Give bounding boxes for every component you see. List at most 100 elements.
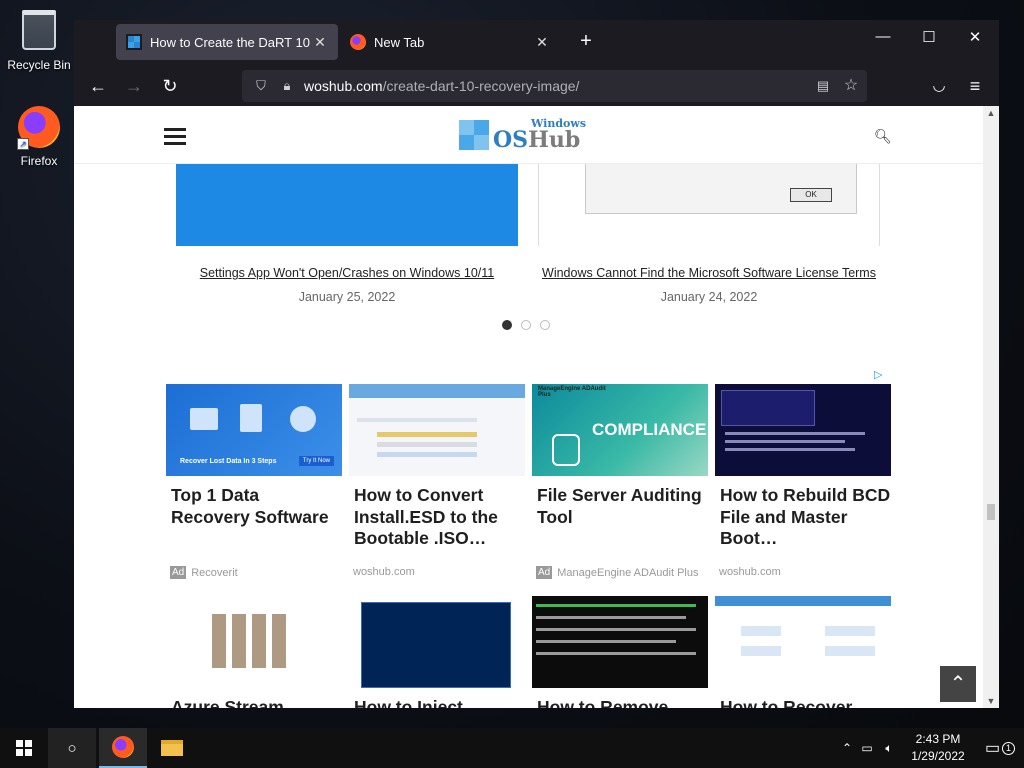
recommended-card[interactable]: How to Remove [532, 596, 708, 708]
card-headline: How to Remove [537, 697, 669, 708]
notification-count: 1 [1002, 741, 1016, 755]
dialog-ok-button: OK [790, 188, 832, 202]
recommended-card[interactable]: How to Recover [715, 596, 891, 708]
lock-icon[interactable]: 🔒︎ [278, 77, 296, 95]
card-image-text: RecoveryImage [412, 386, 462, 393]
logo-os: OS [493, 127, 529, 153]
back-to-top-button[interactable]: ⌃ [940, 666, 976, 702]
chevron-up-icon[interactable]: ⌃ [838, 741, 856, 755]
forward-button[interactable]: → [120, 72, 148, 100]
card-image-button: Try It Now [298, 456, 334, 466]
volume-muted-icon[interactable]: 🔈︎ [878, 741, 900, 756]
menu-icon[interactable]: ≡ [961, 72, 989, 100]
carousel-dot[interactable] [540, 320, 550, 330]
recycle-bin-icon [17, 10, 61, 54]
card-headline: How to Convert Install.ESD to the Bootab… [354, 485, 498, 548]
start-button[interactable] [0, 728, 48, 768]
tab-bar: How to Create the DaRT 10 Reco ✕ New Tab… [74, 20, 999, 64]
firefox-icon [112, 736, 134, 758]
card-image-text: COMPLIANCE [592, 420, 707, 439]
card-image [349, 596, 525, 688]
tab-dart-article[interactable]: How to Create the DaRT 10 Reco ✕ [116, 24, 338, 60]
desktop-icon-label: Recycle Bin [7, 58, 71, 72]
close-window-button[interactable]: ✕ [952, 28, 998, 46]
windows-favicon-icon [126, 34, 142, 50]
taskbar-firefox[interactable] [99, 728, 147, 768]
card-image: ManageEngine ADAudit Plus COMPLIANCE [532, 384, 708, 476]
card-headline: How to Inject [354, 697, 463, 708]
tab-new-tab[interactable]: New Tab ✕ [340, 24, 560, 60]
windows-logo-icon [459, 119, 489, 150]
related-post-link[interactable]: Windows Cannot Find the Microsoft Softwa… [534, 266, 884, 280]
back-button[interactable]: ← [84, 72, 112, 100]
related-post-date: January 25, 2022 [298, 290, 396, 304]
reload-button[interactable]: ↻ [156, 72, 184, 100]
card-source-name: Recoverit [191, 566, 238, 579]
scrollbar-thumb[interactable] [987, 504, 995, 520]
pocket-icon[interactable]: ◡ [925, 72, 953, 100]
action-center-button[interactable]: ▭ 1 [976, 728, 1024, 768]
tab-title: New Tab [374, 34, 425, 50]
close-tab-icon[interactable]: ✕ [312, 34, 328, 51]
ad-badge: Ad [536, 566, 553, 579]
close-tab-icon[interactable]: ✕ [534, 34, 550, 51]
system-tray: ⌃ ▭ 🔈︎ [838, 728, 900, 768]
carousel-dot[interactable] [502, 320, 512, 330]
search-icon: ○ [67, 739, 77, 757]
card-image: Recover Lost Data In 3 Steps Try It Now [166, 384, 342, 476]
card-headline: How to Rebuild BCD File and Master Boot… [720, 485, 891, 548]
related-post-link[interactable]: Settings App Won't Open/Crashes on Windo… [176, 266, 518, 280]
clock-date: 1/29/2022 [911, 749, 965, 763]
card-source: Ad Recoverit [170, 566, 238, 579]
reader-view-icon[interactable]: ▤ [814, 77, 832, 95]
adchoices-icon[interactable]: ▷ [874, 368, 886, 381]
carousel-dots [502, 320, 550, 330]
related-post-image[interactable] [176, 164, 518, 246]
page-scrollbar[interactable]: ▲ ▼ [983, 106, 999, 708]
address-bar[interactable]: ⛉ 🔒︎ woshub.com/create-dart-10-recovery-… [242, 70, 867, 102]
desktop-icon-recycle-bin[interactable]: Recycle Bin [4, 8, 74, 72]
firefox-icon: ↗ [17, 106, 61, 150]
card-source-name: ManageEngine ADAudit Plus [557, 566, 699, 579]
related-post-image[interactable]: OK [538, 164, 880, 246]
card-source: woshub.com [353, 566, 415, 578]
card-image-brand: ManageEngine ADAudit Plus [538, 386, 606, 398]
maximize-button[interactable]: ☐ [906, 28, 952, 46]
notification-icon: ▭ [984, 740, 1001, 757]
taskbar-file-explorer[interactable] [148, 728, 196, 768]
recommended-card[interactable]: How to Inject [349, 596, 525, 708]
recommended-card[interactable]: Recover Lost Data In 3 Steps Try It Now … [166, 384, 342, 579]
search-icon[interactable]: 🔍︎ [874, 128, 892, 145]
site-header: Windows OSHub 🔍︎ [74, 106, 983, 164]
folder-icon [161, 740, 183, 756]
carousel-dot[interactable] [521, 320, 531, 330]
scroll-up-arrow-icon[interactable]: ▲ [983, 108, 999, 118]
site-logo[interactable]: Windows OSHub [459, 118, 586, 151]
card-source: Ad ManageEngine ADAudit Plus [536, 566, 699, 579]
minimize-button[interactable]: — [860, 28, 906, 45]
dialog-screenshot: OK [585, 164, 857, 214]
bookmark-star-icon[interactable]: ☆ [842, 77, 860, 95]
hamburger-menu-icon[interactable] [164, 128, 186, 149]
url-path: /create-dart-10-recovery-image/ [382, 78, 580, 94]
logo-hub: Hub [528, 127, 581, 153]
browser-window: How to Create the DaRT 10 Reco ✕ New Tab… [74, 20, 999, 708]
card-image [715, 596, 891, 688]
recommended-card[interactable]: ManageEngine ADAudit Plus COMPLIANCE Fil… [532, 384, 708, 579]
scroll-down-arrow-icon[interactable]: ▼ [983, 696, 999, 706]
clock-time: 2:43 PM [915, 732, 961, 746]
desktop-icon-firefox[interactable]: ↗ Firefox [4, 106, 74, 168]
card-image [532, 596, 708, 688]
windows-logo-icon [16, 740, 32, 756]
card-source-name: woshub.com [353, 566, 415, 578]
search-button[interactable]: ○ [48, 728, 96, 768]
network-icon[interactable]: ▭ [856, 741, 878, 755]
url-domain: woshub.com [304, 78, 383, 94]
related-post-date: January 24, 2022 [660, 290, 758, 304]
new-tab-button[interactable]: + [574, 30, 598, 53]
shield-icon[interactable]: ⛉ [252, 77, 270, 95]
recommended-card[interactable]: Azure Stream [166, 596, 342, 708]
taskbar-clock[interactable]: 2:43 PM 1/29/2022 [902, 731, 974, 765]
recommended-card[interactable]: How to Rebuild BCD File and Master Boot…… [715, 384, 891, 578]
recommended-card[interactable]: RecoveryImage How to Convert Install.ESD… [349, 384, 525, 578]
